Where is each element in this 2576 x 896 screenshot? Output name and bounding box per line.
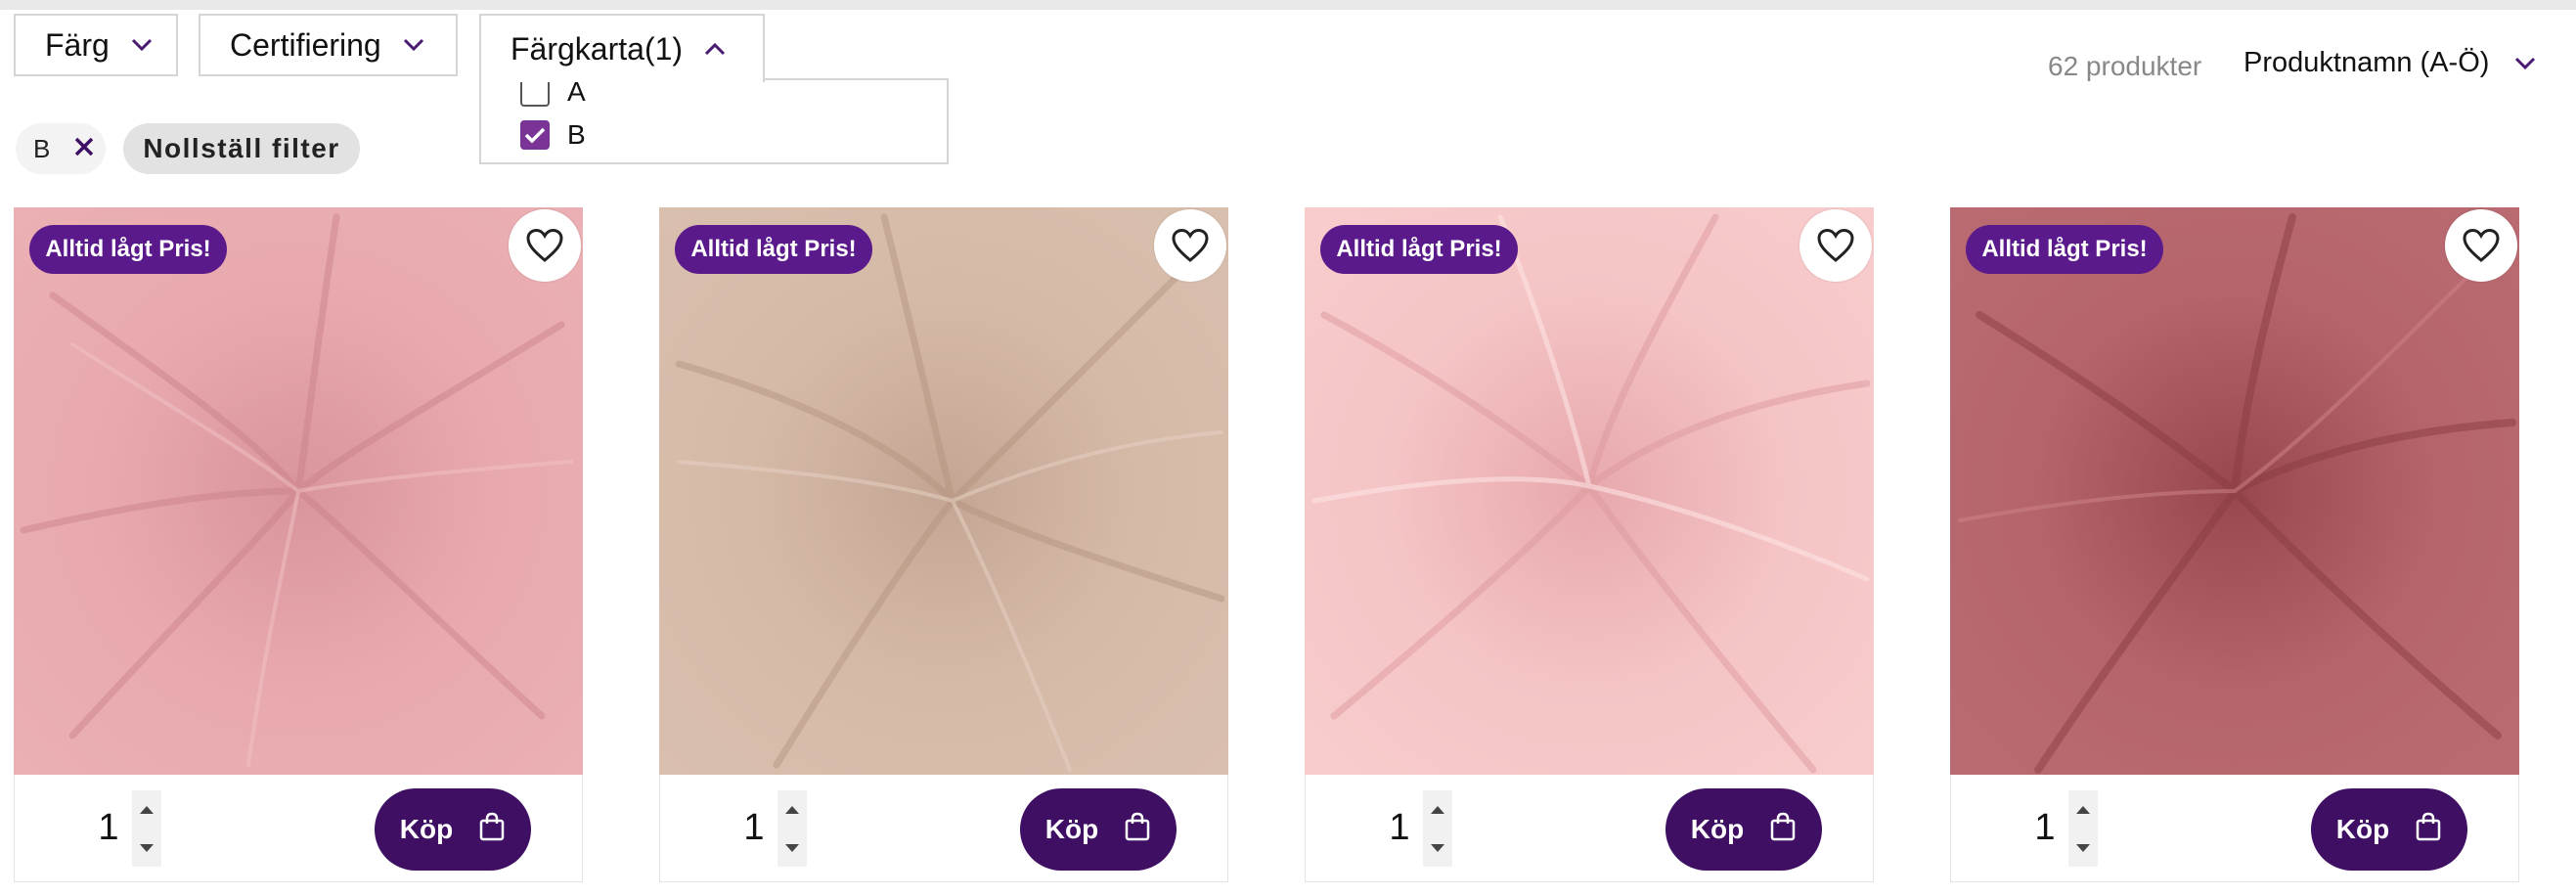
checkbox-checked[interactable] xyxy=(520,120,550,150)
buy-button[interactable]: Köp xyxy=(375,788,531,871)
increment-icon[interactable] xyxy=(777,790,807,829)
product-card[interactable]: Alltid lågt Pris! Köp xyxy=(14,207,583,882)
option-b[interactable]: B xyxy=(520,119,586,151)
sort-label: Produktnamn (A-Ö) xyxy=(2243,47,2490,78)
active-filter-chip: B xyxy=(16,123,106,174)
shopping-bag-icon xyxy=(1769,812,1797,848)
buy-bar: Köp xyxy=(1950,775,2519,882)
price-badge: Alltid lågt Pris! xyxy=(1320,225,1518,274)
heart-icon[interactable] xyxy=(2445,209,2517,282)
buy-label: Köp xyxy=(2335,814,2390,844)
increment-icon[interactable] xyxy=(2068,790,2098,829)
buy-bar: Köp xyxy=(659,775,1228,882)
close-icon[interactable] xyxy=(73,134,95,164)
chevron-down-icon xyxy=(131,38,153,52)
quantity-input[interactable] xyxy=(734,798,774,857)
buy-button[interactable]: Köp xyxy=(1666,788,1822,871)
reset-filters-button[interactable]: Nollställ filter xyxy=(123,123,360,174)
heart-icon[interactable] xyxy=(1799,209,1872,282)
product-card[interactable]: Alltid lågt Pris! Köp xyxy=(1950,207,2519,882)
product-image[interactable]: Alltid lågt Pris! xyxy=(14,207,583,775)
quantity-stepper[interactable] xyxy=(132,790,161,867)
sort-dropdown[interactable]: Produktnamn (A-Ö) xyxy=(2243,47,2536,79)
chevron-up-icon xyxy=(704,42,726,56)
option-label: B xyxy=(567,119,586,150)
price-badge: Alltid lågt Pris! xyxy=(1966,225,2163,274)
filter-colorchart-button[interactable]: Färgkarta(1) xyxy=(479,14,765,82)
buy-button[interactable]: Köp xyxy=(1020,788,1177,871)
increment-icon[interactable] xyxy=(132,790,161,829)
increment-icon[interactable] xyxy=(1423,790,1452,829)
checkmark-icon xyxy=(524,127,546,144)
quantity-stepper[interactable] xyxy=(2068,790,2098,867)
filter-label: Färgkarta(1) xyxy=(511,30,684,67)
filter-label: Certifiering xyxy=(230,26,381,63)
buy-label: Köp xyxy=(1044,814,1099,844)
shopping-bag-icon xyxy=(478,812,506,848)
buy-bar: Köp xyxy=(14,775,583,882)
price-badge: Alltid lågt Pris! xyxy=(29,225,227,274)
product-image[interactable]: Alltid lågt Pris! xyxy=(1305,207,1874,775)
decrement-icon[interactable] xyxy=(2068,829,2098,867)
filter-certification-button[interactable]: Certifiering xyxy=(199,14,458,76)
heart-icon[interactable] xyxy=(1154,209,1226,282)
product-card[interactable]: Alltid lågt Pris! Köp xyxy=(1305,207,1874,882)
quantity-stepper[interactable] xyxy=(1423,790,1452,867)
chevron-down-icon xyxy=(2514,57,2536,70)
top-bar xyxy=(0,0,2576,10)
chip-label: B xyxy=(33,133,51,163)
quantity-input[interactable] xyxy=(2025,798,2065,857)
filter-label: Färg xyxy=(45,26,110,63)
product-image[interactable]: Alltid lågt Pris! xyxy=(1950,207,2519,775)
product-image[interactable]: Alltid lågt Pris! xyxy=(659,207,1228,775)
quantity-input[interactable] xyxy=(89,798,128,857)
shopping-bag-icon xyxy=(1124,812,1151,848)
buy-button[interactable]: Köp xyxy=(2311,788,2467,871)
product-count: 62 produkter xyxy=(2048,51,2202,81)
price-badge: Alltid lågt Pris! xyxy=(675,225,872,274)
chevron-down-icon xyxy=(403,38,424,52)
colorchart-dropdown: A B xyxy=(479,76,949,164)
decrement-icon[interactable] xyxy=(777,829,807,867)
buy-label: Köp xyxy=(1690,814,1745,844)
heart-icon[interactable] xyxy=(509,209,581,282)
product-card[interactable]: Alltid lågt Pris! Köp xyxy=(659,207,1228,882)
shopping-bag-icon xyxy=(2415,812,2442,848)
quantity-input[interactable] xyxy=(1380,798,1419,857)
buy-label: Köp xyxy=(399,814,454,844)
filter-color-button[interactable]: Färg xyxy=(14,14,178,76)
decrement-icon[interactable] xyxy=(1423,829,1452,867)
buy-bar: Köp xyxy=(1305,775,1874,882)
decrement-icon[interactable] xyxy=(132,829,161,867)
quantity-stepper[interactable] xyxy=(777,790,807,867)
